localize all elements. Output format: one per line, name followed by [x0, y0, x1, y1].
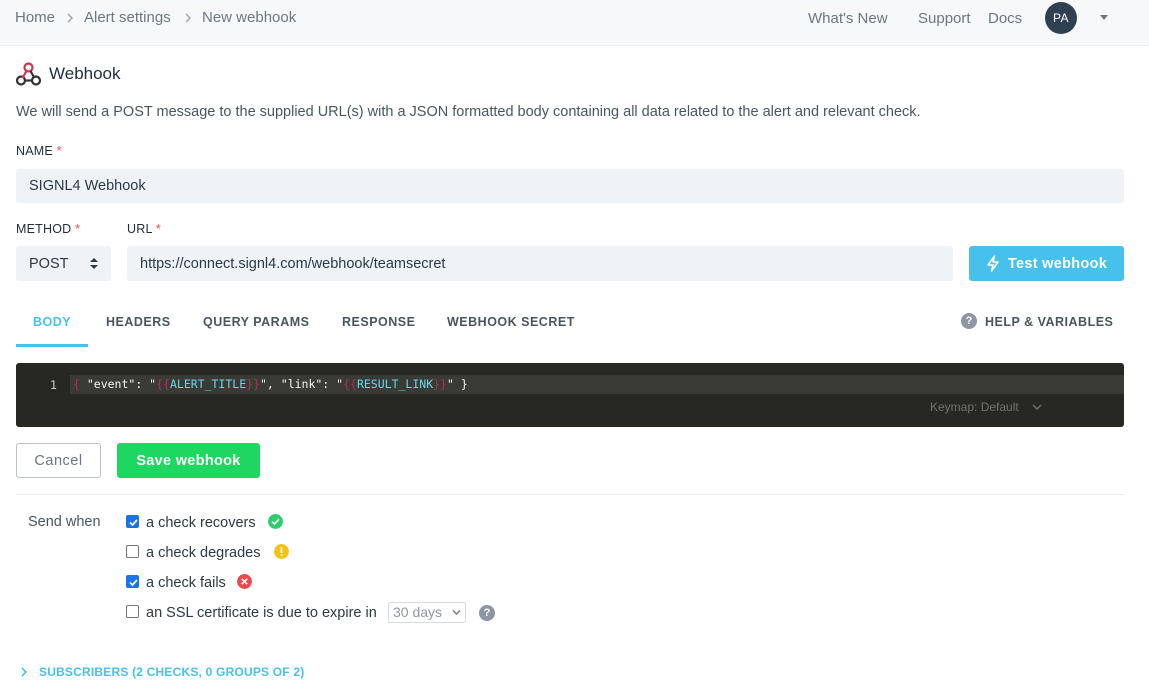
line-number: 1: [50, 378, 57, 392]
url-label-text: URL: [127, 222, 153, 236]
success-icon: [268, 514, 283, 529]
check-degrades-label[interactable]: a check degrades: [146, 545, 260, 561]
top-bar: Home Alert settings New webhook What's N…: [0, 0, 1149, 46]
method-label-text: METHOD: [16, 222, 72, 236]
checkbox-check-recovers[interactable]: [126, 515, 139, 528]
required-mark: *: [56, 144, 62, 158]
code-line[interactable]: { "event": "{{ALERT_TITLE}}", "link": "{…: [73, 377, 468, 391]
ssl-expiry-label[interactable]: an SSL certificate is due to expire in: [146, 605, 377, 621]
send-when-label: Send when: [28, 514, 101, 530]
checkmark-icon: [129, 579, 138, 587]
checkbox-check-degrades[interactable]: [126, 545, 139, 558]
chevron-right-icon: [67, 13, 73, 23]
method-select[interactable]: POST: [16, 246, 111, 281]
page-title: Webhook: [49, 64, 121, 83]
code-token: {{: [156, 377, 170, 391]
keymap-selector[interactable]: Keymap: Default: [930, 400, 1019, 414]
tab-help-variables[interactable]: HELP & VARIABLES: [985, 315, 1113, 329]
ssl-help-icon[interactable]: ?: [479, 605, 495, 621]
help-icon[interactable]: ?: [961, 313, 977, 329]
test-webhook-button[interactable]: Test webhook: [969, 246, 1124, 281]
support-link[interactable]: Support: [918, 10, 971, 27]
code-variable: RESULT_LINK: [356, 377, 434, 391]
error-icon: [237, 574, 252, 589]
ssl-expiry-days-select[interactable]: 30 days: [388, 602, 466, 623]
url-label: URL *: [127, 222, 161, 236]
breadcrumb-alert-settings[interactable]: Alert settings: [84, 9, 171, 26]
whats-new-link[interactable]: What's New: [808, 10, 888, 27]
breadcrumb-home[interactable]: Home: [15, 9, 55, 26]
required-mark: *: [75, 222, 81, 236]
method-label: METHOD *: [16, 222, 80, 236]
divider: [16, 494, 1124, 495]
tab-response[interactable]: RESPONSE: [342, 315, 415, 329]
check-recovers-label[interactable]: a check recovers: [146, 515, 256, 531]
save-webhook-button[interactable]: Save webhook: [117, 443, 260, 478]
code-token: ", "link": ": [260, 377, 344, 391]
select-arrows-icon: [90, 258, 98, 269]
docs-link[interactable]: Docs: [988, 10, 1022, 27]
code-token: }}: [433, 377, 447, 391]
chevron-down-icon[interactable]: [1032, 403, 1042, 411]
code-token: " }: [446, 377, 468, 391]
avatar[interactable]: PA: [1045, 2, 1077, 34]
test-webhook-label: Test webhook: [1007, 255, 1108, 272]
tab-headers[interactable]: HEADERS: [106, 315, 171, 329]
webhook-icon: [15, 62, 42, 86]
code-token: {{: [343, 377, 357, 391]
cancel-button[interactable]: Cancel: [16, 443, 101, 478]
breadcrumb-new-webhook: New webhook: [202, 9, 297, 26]
code-token: }}: [246, 377, 260, 391]
checkmark-icon: [129, 519, 138, 527]
warning-icon: [274, 544, 289, 559]
name-label: NAME *: [16, 144, 62, 158]
required-mark: *: [155, 222, 161, 236]
code-token: "event": ": [79, 377, 157, 391]
lightning-icon: [987, 255, 999, 272]
name-input-value: SIGNL4 Webhook: [29, 178, 146, 194]
chevron-down-icon: [452, 610, 461, 615]
body-code-editor[interactable]: 1 { "event": "{{ALERT_TITLE}}", "link": …: [16, 363, 1124, 427]
code-variable: ALERT_TITLE: [169, 377, 247, 391]
account-menu-caret-icon[interactable]: [1100, 15, 1108, 20]
checkbox-check-fails[interactable]: [126, 575, 139, 588]
ssl-expiry-days-value: 30 days: [393, 604, 443, 620]
name-input[interactable]: SIGNL4 Webhook: [16, 169, 1124, 203]
url-input[interactable]: https://connect.signl4.com/webhook/teams…: [127, 246, 953, 281]
name-label-text: NAME: [16, 144, 53, 158]
check-fails-label[interactable]: a check fails: [146, 575, 226, 591]
method-select-value: POST: [29, 255, 69, 272]
tab-webhook-secret[interactable]: WEBHOOK SECRET: [447, 315, 575, 329]
page-description: We will send a POST message to the suppl…: [16, 104, 921, 120]
code-token: {: [73, 377, 80, 391]
chevron-right-icon[interactable]: [20, 666, 28, 678]
active-tab-indicator: [16, 344, 88, 347]
subscribers-toggle[interactable]: SUBSCRIBERS (2 CHECKS, 0 GROUPS OF 2): [39, 665, 304, 679]
url-input-value: https://connect.signl4.com/webhook/teams…: [140, 255, 446, 272]
tab-query-params[interactable]: QUERY PARAMS: [203, 315, 309, 329]
chevron-right-icon: [185, 13, 191, 23]
tab-body[interactable]: BODY: [33, 315, 71, 329]
checkbox-ssl-expiry[interactable]: [126, 605, 139, 618]
